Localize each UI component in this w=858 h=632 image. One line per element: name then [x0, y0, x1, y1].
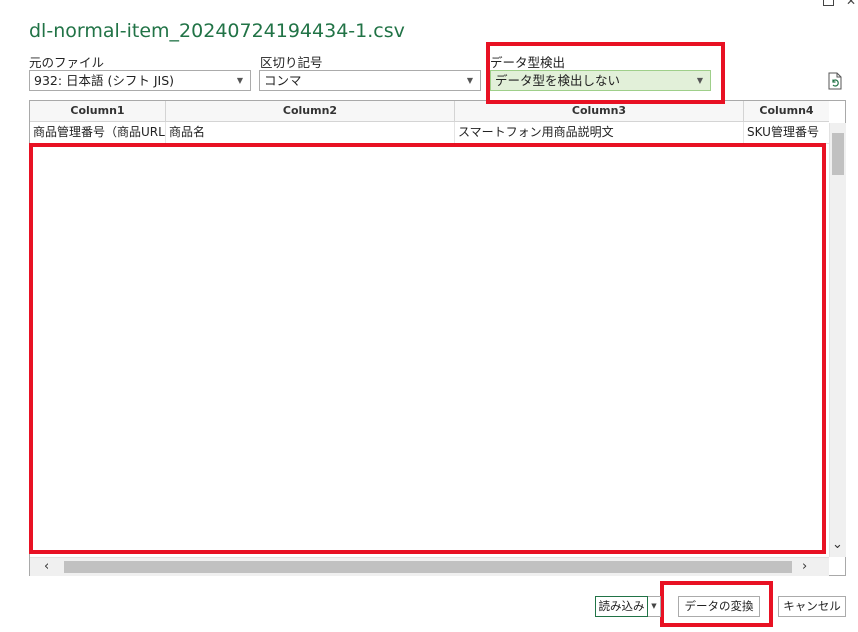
chevron-down-icon[interactable]: ⌄ — [832, 537, 843, 553]
type-detect-dropdown[interactable]: データ型を検出しない ▼ — [490, 70, 711, 91]
chevron-left-icon[interactable]: ‹ — [44, 559, 49, 575]
scroll-thumb[interactable] — [832, 133, 844, 175]
cancel-button[interactable]: キャンセル — [778, 596, 846, 617]
chevron-down-icon[interactable]: ▼ — [648, 596, 661, 617]
dialog-title: dl-normal-item_20240724194434-1.csv — [29, 20, 405, 42]
type-detect-label: データ型検出 — [490, 55, 566, 70]
vertical-scrollbar[interactable]: ⌄ — [829, 123, 846, 557]
horizontal-scrollbar[interactable]: ‹ › — [30, 557, 829, 576]
table-cell: SKU管理番号 — [744, 122, 829, 144]
chevron-down-icon: ▼ — [696, 76, 703, 85]
preview-grid[interactable]: Column1 Column2 Column3 Column4 商品管理番号（商… — [29, 100, 846, 576]
delimiter-value: コンマ — [264, 73, 302, 88]
file-origin-value: 932: 日本語 (シフト JIS) — [34, 73, 175, 88]
delimiter-label: 区切り記号 — [260, 55, 323, 70]
transform-data-button[interactable]: データの変換 — [678, 596, 760, 617]
column-header[interactable]: Column1 — [30, 101, 166, 122]
refresh-icon[interactable] — [827, 72, 843, 90]
file-origin-label: 元のファイル — [29, 55, 105, 70]
scroll-thumb[interactable] — [64, 561, 792, 573]
file-origin-dropdown[interactable]: 932: 日本語 (シフト JIS) ▼ — [29, 70, 251, 91]
chevron-right-icon[interactable]: › — [802, 559, 807, 575]
chevron-down-icon: ▼ — [236, 76, 243, 85]
table-cell: 商品名 — [166, 122, 455, 144]
chevron-down-icon: ▼ — [466, 76, 473, 85]
restore-window-button[interactable] — [823, 0, 834, 6]
column-header[interactable]: Column4 — [744, 101, 829, 122]
delimiter-dropdown[interactable]: コンマ ▼ — [259, 70, 481, 91]
type-detect-value: データ型を検出しない — [495, 73, 621, 88]
column-header[interactable]: Column3 — [455, 101, 744, 122]
table-cell: スマートフォン用商品説明文 — [455, 122, 744, 144]
load-button[interactable]: 読み込み — [595, 596, 648, 617]
close-window-icon[interactable]: ✕ — [846, 0, 856, 8]
column-header[interactable]: Column2 — [166, 101, 455, 122]
table-cell: 商品管理番号（商品URL） — [30, 122, 166, 144]
